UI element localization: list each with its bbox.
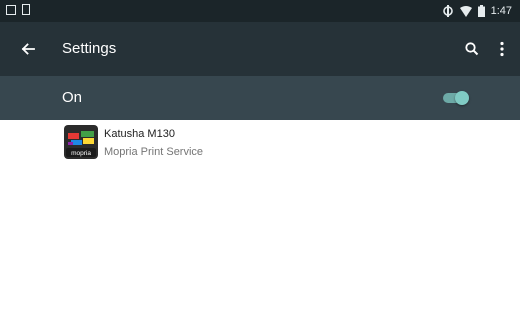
more-vert-icon [500, 41, 504, 57]
status-bar: 1:47 [0, 0, 520, 22]
screenshot-icon [6, 4, 16, 15]
print-service-subtitle: Mopria Print Service [104, 146, 204, 158]
sim-card-icon [22, 4, 30, 15]
print-settings-screen: 1:47 Settings On mopria Katusha M130 Mop… [0, 0, 520, 333]
mopria-icon-label: mopria [71, 150, 91, 157]
master-toggle[interactable] [443, 90, 469, 106]
wifi-icon [459, 5, 472, 17]
data-sync-icon [442, 5, 453, 17]
print-service-title: Katusha M130 [104, 128, 175, 140]
toggle-thumb [455, 91, 469, 105]
back-button[interactable] [18, 39, 38, 59]
arrow-back-icon [21, 43, 35, 55]
mopria-app-icon: mopria [64, 125, 98, 159]
battery-icon [477, 5, 485, 17]
search-button[interactable] [462, 39, 482, 59]
page-title: Settings [62, 40, 117, 57]
print-service-item[interactable]: mopria Katusha M130 Mopria Print Service [0, 120, 520, 168]
status-right-icons: 1:47 [442, 3, 512, 19]
search-icon [465, 42, 479, 56]
toolbar: Settings [0, 22, 520, 76]
clock: 1:47 [490, 5, 512, 17]
status-left-icons [6, 4, 30, 15]
overflow-menu-button[interactable] [492, 39, 512, 59]
switch-label: On [62, 89, 83, 106]
master-switch-bar[interactable]: On [0, 76, 520, 120]
